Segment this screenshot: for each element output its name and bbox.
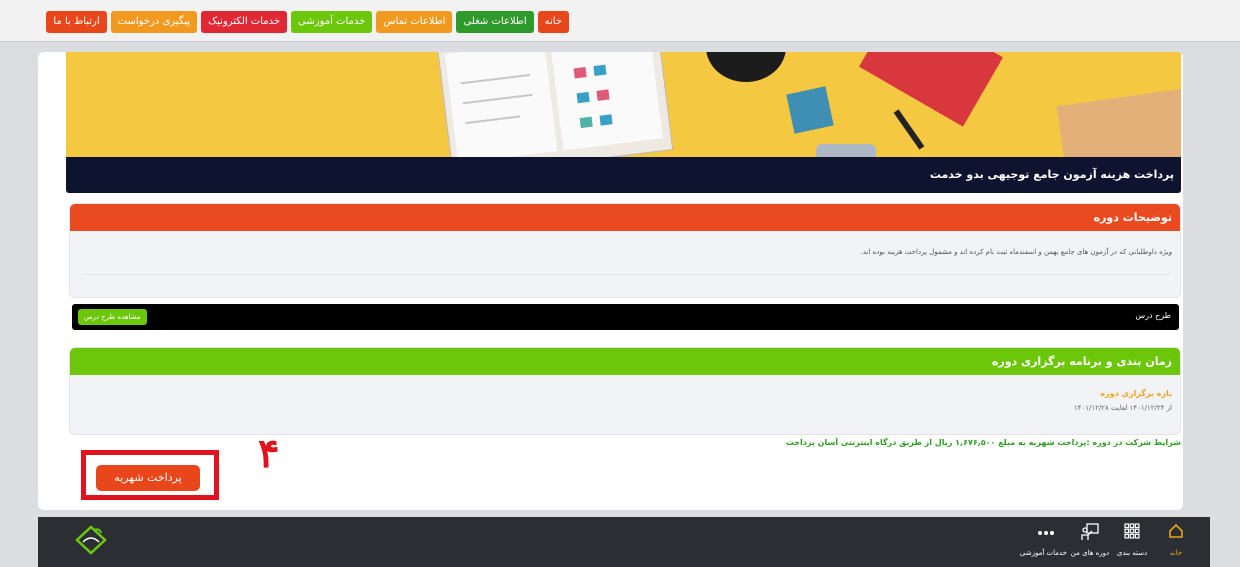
enrollment-terms: شرایط شرکت در دوره :پرداخت شهریه به مبلغ… [785,438,1181,447]
nav-education-services[interactable]: خدمات آموزشی [291,11,373,33]
home-icon [1155,523,1197,545]
top-navbar: خانه اطلاعات شغلی اطلاعات تماس خدمات آمو… [0,0,1240,42]
course-title-bar: پرداخت هزینه آزمون جامع توجیهی بدو خدمت [66,157,1181,193]
nav-home[interactable]: خانه [537,11,569,33]
lesson-plan-bar: طرح درس مشاهده طرح درس [72,304,1179,330]
bottom-nav-categories[interactable]: دسته بندی [1111,523,1153,557]
nav-contact-us[interactable]: ارتباط با ما [46,11,107,33]
description-text: ویژه داوطلبانی که در آزمون های جامع بهمن… [860,248,1172,256]
nav-job-info[interactable]: اطلاعات شغلی [456,11,534,33]
schedule-box: زمان بندی و برنامه برگزاری دوره بازه برگ… [69,347,1181,435]
description-box: توضیحات دوره ویژه داوطلبانی که در آزمون … [69,203,1181,298]
view-lesson-plan-button[interactable]: مشاهده طرح درس [78,309,147,325]
schedule-header: زمان بندی و برنامه برگزاری دوره [70,348,1180,375]
period-value: از ۱۴۰۱/۱۲/۲۴ لغایت ۱۴۰۱/۱۲/۲۸ [1073,404,1172,412]
bottom-navbar: خانه دسته بندی دوره های من خدمات آموزشی [38,517,1210,567]
course-title: پرداخت هزینه آزمون جامع توجیهی بدو خدمت [929,168,1174,181]
pay-tuition-button[interactable]: پرداخت شهریه [96,465,200,491]
divider [84,274,1170,275]
step-annotation-number: ۴ [258,430,280,477]
period-label: بازه برگزاری دوره [1100,389,1172,398]
brand-logo[interactable] [74,525,108,555]
course-card: پرداخت هزینه آزمون جامع توجیهی بدو خدمت … [38,52,1183,510]
nav-contact-info[interactable]: اطلاعات تماس [376,11,453,33]
teacher-board-icon [1069,523,1111,545]
nav-request-tracking[interactable]: پیگیری درخواست [110,11,198,33]
bottom-nav-home[interactable]: خانه [1155,523,1197,557]
schedule-title: زمان بندی و برنامه برگزاری دوره [991,355,1172,368]
more-dots-icon [1025,523,1067,545]
nav-electronic-services[interactable]: خدمات الکترونیک [201,11,288,33]
grid-icon [1111,523,1153,545]
lesson-plan-label: طرح درس [1135,311,1171,320]
description-title: توضیحات دوره [1093,211,1172,224]
description-header: توضیحات دوره [70,204,1180,231]
bottom-nav-my-courses[interactable]: دوره های من [1069,523,1111,557]
bottom-nav-services[interactable]: خدمات آموزشی [1020,523,1067,557]
course-banner-image [66,52,1181,157]
nav-list: خانه اطلاعات شغلی اطلاعات تماس خدمات آمو… [46,11,569,33]
